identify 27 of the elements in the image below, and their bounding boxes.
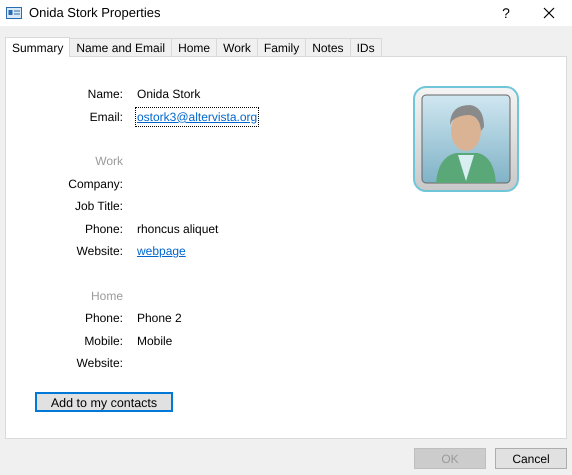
field-value: Phone 2 <box>137 310 182 328</box>
field-label: Phone: <box>84 310 123 328</box>
dialog-button[interactable]: Cancel <box>495 448 567 469</box>
tab[interactable]: IDs <box>350 38 382 56</box>
field-value: Mobile <box>137 332 172 350</box>
close-icon <box>543 7 555 19</box>
field-value: Onida Stork <box>137 86 200 104</box>
tab[interactable]: Summary <box>5 37 70 57</box>
section-heading: Home <box>90 288 123 305</box>
contact-avatar-icon <box>412 85 520 193</box>
field-label: Website: <box>76 243 123 260</box>
section-heading: Work <box>94 153 123 170</box>
link[interactable]: ostork3@altervista.org <box>136 108 258 126</box>
field-label: Job Title: <box>74 198 123 216</box>
link[interactable]: webpage <box>136 242 187 260</box>
field-value: rhoncus aliquet <box>137 220 218 238</box>
field-label: Website: <box>76 355 123 372</box>
field-label: Company: <box>67 176 123 193</box>
field-label: Phone: <box>84 220 123 238</box>
field-label: Email: <box>88 108 123 126</box>
tab[interactable]: Family <box>256 38 306 56</box>
field-label: Name: <box>86 86 123 104</box>
add-to-contacts-button[interactable]: Add to my contacts <box>35 392 173 412</box>
field-label: Mobile: <box>83 332 123 350</box>
contact-card-icon <box>6 7 22 19</box>
window-title: Onida Stork Properties <box>29 4 161 22</box>
help-button[interactable]: ? <box>486 0 526 26</box>
